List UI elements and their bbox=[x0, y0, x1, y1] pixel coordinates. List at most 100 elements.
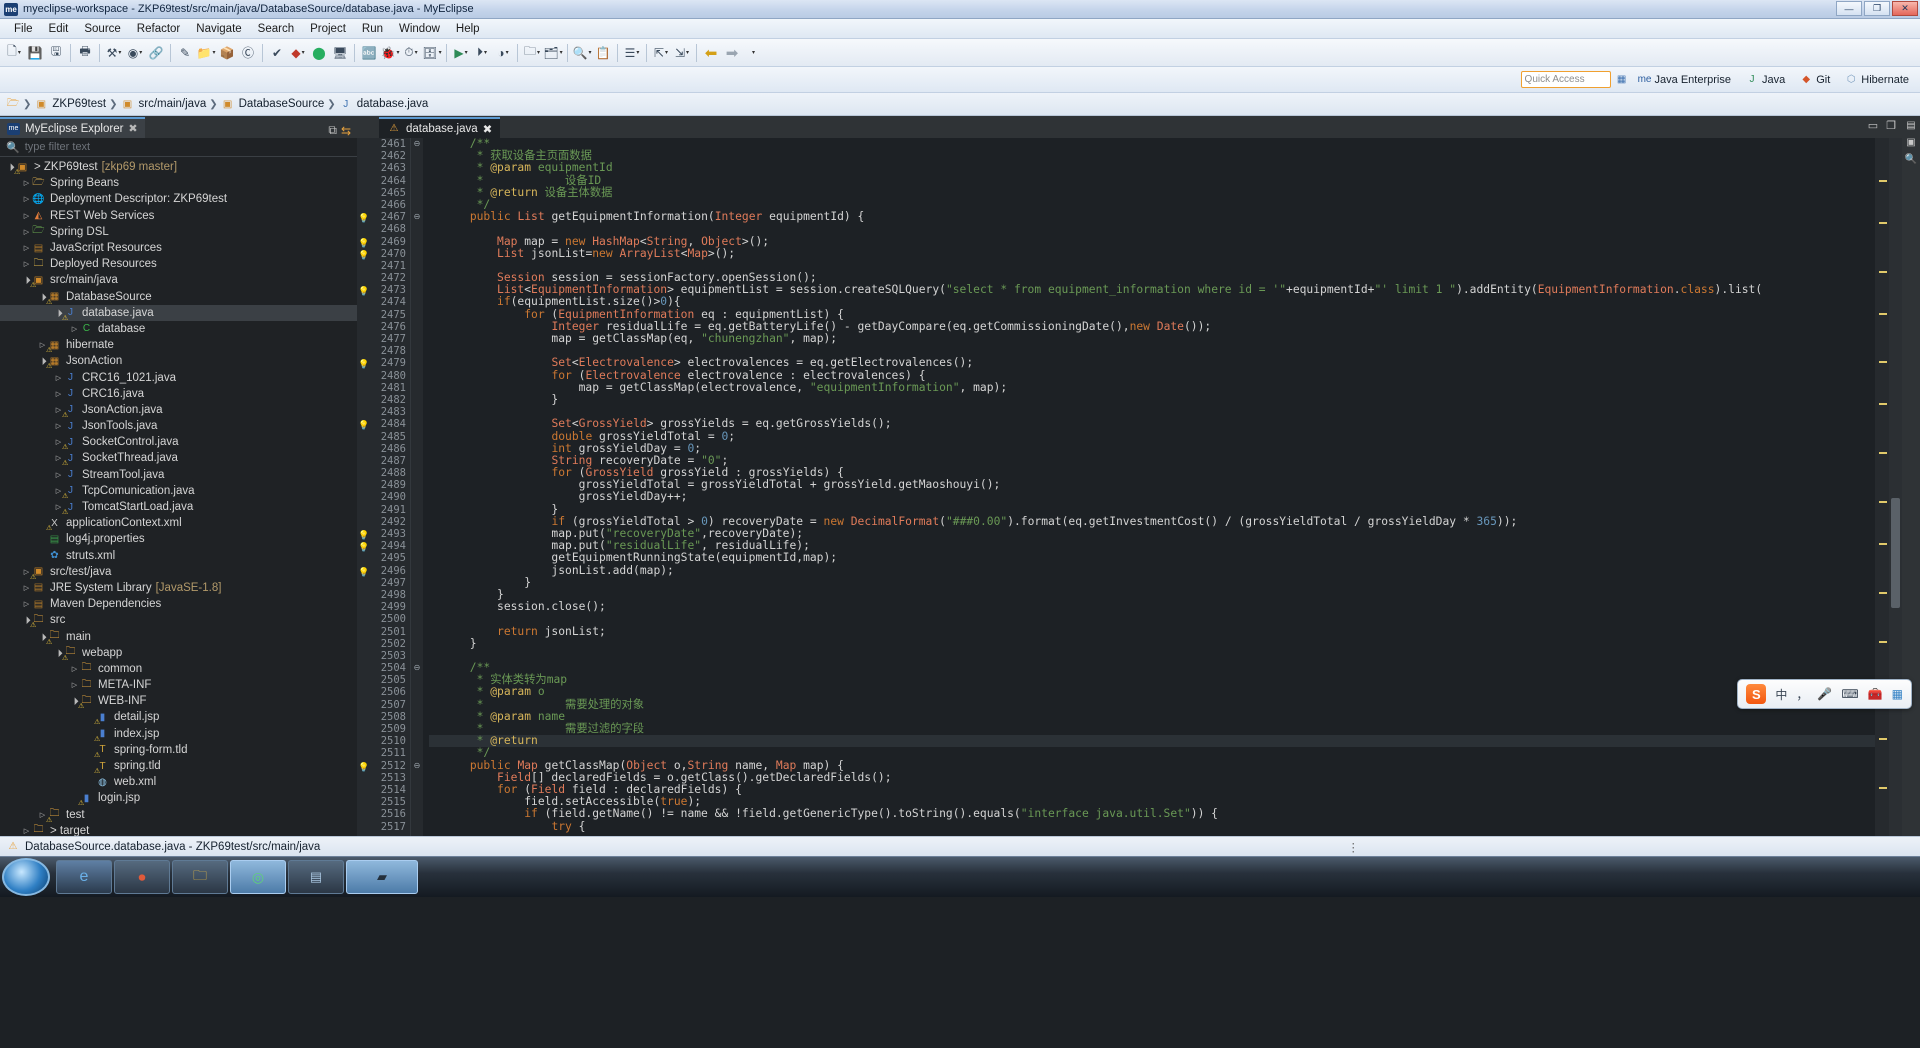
tree-item-jre-system-library[interactable]: ▷ ▤ JRE System Library [JavaSE-1.8] bbox=[0, 580, 357, 596]
chevron-right-icon[interactable]: ▷ bbox=[22, 260, 31, 268]
code-line[interactable]: * 实体类转为map bbox=[429, 674, 1875, 686]
minimize-button[interactable]: — bbox=[1836, 1, 1862, 16]
editor-vertical-scrollbar[interactable] bbox=[1889, 138, 1902, 836]
code-line[interactable]: List jsonList=new ArrayList<Map>(); bbox=[429, 247, 1875, 260]
taskbar-item-chrome[interactable]: ◎ bbox=[230, 860, 286, 894]
tree-item-crc16-1021-java[interactable]: ▷ J CRC16_1021.java bbox=[0, 369, 357, 385]
perspective-hibernate[interactable]: ⬡ Hibernate bbox=[1839, 71, 1914, 89]
quick-fix-bulb-icon[interactable]: 💡 bbox=[357, 760, 371, 772]
scrollbar-thumb[interactable] bbox=[1891, 498, 1900, 608]
tree-item-spring-dsl[interactable]: ▷ 🗁 Spring DSL bbox=[0, 224, 357, 240]
tree-item-jsontools-java[interactable]: ▷ J JsonTools.java bbox=[0, 418, 357, 434]
project-root-icon[interactable]: 🗁 bbox=[6, 97, 20, 111]
task-list-icon[interactable]: ▣ bbox=[1906, 137, 1915, 148]
code-line[interactable]: map = getClassMap(eq, "chunengzhan", map… bbox=[429, 332, 1875, 345]
prev-annotation-icon[interactable]: ⇱ ▾ bbox=[651, 42, 671, 64]
tree-item-common[interactable]: ▷ 🗀 common bbox=[0, 661, 357, 677]
forward-icon[interactable]: ➡ bbox=[722, 42, 742, 64]
code-line[interactable]: } bbox=[429, 503, 1875, 516]
user-icon[interactable]: ◉ ▾ bbox=[125, 42, 145, 64]
keyboard-icon[interactable]: ⌨ bbox=[1841, 687, 1858, 701]
breadcrumb-item-project[interactable]: ▣ ZKP69test bbox=[34, 97, 106, 111]
tab-myeclipse-explorer[interactable]: me MyEclipse Explorer ✖ bbox=[0, 117, 145, 138]
tree-item-hibernate[interactable]: ▷ ▦ ⚠ hibernate bbox=[0, 337, 357, 354]
chevron-right-icon[interactable]: ▷ bbox=[22, 228, 31, 236]
tree-item-spring-beans[interactable]: ▷ 🗁 Spring Beans bbox=[0, 175, 357, 191]
code-line[interactable]: /** bbox=[429, 661, 1875, 674]
build-icon[interactable]: ⚒ ▾ bbox=[104, 42, 124, 64]
quick-fix-bulb-icon[interactable]: 💡 bbox=[357, 528, 371, 540]
forward-dropdown-icon[interactable]: ▾ bbox=[743, 42, 763, 64]
code-line[interactable]: * 设备ID bbox=[429, 174, 1875, 187]
tree-item-maven-dependencies[interactable]: ▷ ▤ Maven Dependencies bbox=[0, 596, 357, 612]
code-line[interactable]: * 需要处理的对象 bbox=[429, 698, 1875, 711]
fold-collapse-icon[interactable]: ⊖ bbox=[411, 211, 423, 223]
code-line[interactable]: } bbox=[429, 588, 1875, 601]
code-line[interactable]: try { bbox=[429, 820, 1875, 833]
tree-item-database-java[interactable]: ◢ J ⚠ database.java bbox=[0, 304, 357, 322]
new-icon[interactable]: 🗋 ▾ bbox=[4, 42, 24, 64]
code-line[interactable]: double grossYieldTotal = 0; bbox=[429, 430, 1875, 443]
tree-item-spring-form-tld[interactable]: T ⚠ spring-form.tld bbox=[0, 742, 357, 759]
tree-item-socketcontrol-java[interactable]: ▷ J ⚠ SocketControl.java bbox=[0, 434, 357, 451]
code-line[interactable]: * 获取设备主页面数据 bbox=[429, 150, 1875, 162]
tree-item-jsonaction[interactable]: ◢ ▦ ⚠ JsonAction bbox=[0, 353, 357, 370]
code-line[interactable]: * @return bbox=[429, 735, 1875, 748]
tree-item-zkp69test[interactable]: ◢ ▣ ⚠ > ZKP69test [zkp69 master] bbox=[0, 159, 357, 176]
coverage-icon[interactable]: ◑ ▾ bbox=[493, 42, 513, 64]
new-class-icon[interactable]: Ⓒ bbox=[238, 42, 258, 64]
chevron-right-icon[interactable]: ▷ bbox=[54, 471, 63, 479]
tree-item-databasesource[interactable]: ◢ ▦ ⚠ DatabaseSource bbox=[0, 289, 357, 306]
perspective-java-enterprise[interactable]: me Java Enterprise bbox=[1633, 71, 1736, 89]
code-text[interactable]: /** * 获取设备主页面数据 * @param equipmentId * 设… bbox=[423, 138, 1875, 836]
code-line[interactable]: return jsonList; bbox=[429, 625, 1875, 638]
maximize-icon[interactable]: ❐ bbox=[1886, 119, 1896, 132]
tree-item-web-inf[interactable]: ◢ 🗀 ⚠ WEB-INF bbox=[0, 693, 357, 711]
perspective-git[interactable]: ◆ Git bbox=[1794, 71, 1835, 89]
close-button[interactable]: ✕ bbox=[1892, 1, 1918, 16]
minimize-icon[interactable]: ▭ bbox=[1868, 119, 1878, 132]
code-line[interactable]: public List getEquipmentInformation(Inte… bbox=[429, 210, 1875, 223]
menu-window[interactable]: Window bbox=[391, 21, 448, 37]
tree-item-target[interactable]: ▷ 🗀 > target bbox=[0, 823, 357, 836]
perspective-java[interactable]: J Java bbox=[1740, 71, 1790, 89]
deploy-icon[interactable]: ⬤ bbox=[309, 42, 329, 64]
debug-icon[interactable]: 🐞 ▾ bbox=[380, 42, 400, 64]
menu-navigate[interactable]: Navigate bbox=[188, 21, 249, 37]
menu-refactor[interactable]: Refactor bbox=[129, 21, 188, 37]
project-tree[interactable]: ◢ ▣ ⚠ > ZKP69test [zkp69 master] ▷ 🗁 Spring Bea… bbox=[0, 157, 357, 836]
quick-fix-bulb-icon[interactable]: 💡 bbox=[357, 540, 371, 552]
quick-fix-bulb-icon[interactable]: 💡 bbox=[357, 236, 371, 248]
chevron-right-icon[interactable]: ▷ bbox=[22, 584, 31, 592]
tree-item-log4j-properties[interactable]: ▤ log4j.properties bbox=[0, 531, 357, 547]
tree-item-deployed-resources[interactable]: ▷ 🗀 Deployed Resources bbox=[0, 256, 357, 272]
chevron-right-icon[interactable]: ▷ bbox=[22, 179, 31, 187]
validate-icon[interactable]: ✔ bbox=[267, 42, 287, 64]
database-icon[interactable]: 🗄 ▾ bbox=[422, 42, 442, 64]
code-line[interactable]: map = getClassMap(electrovalence, "equip… bbox=[429, 381, 1875, 394]
menu-project[interactable]: Project bbox=[302, 21, 354, 37]
code-line[interactable]: * @param o bbox=[429, 686, 1875, 698]
code-line[interactable]: /** bbox=[429, 138, 1875, 150]
code-line[interactable]: if (field.getName() != name && !field.ge… bbox=[429, 808, 1875, 820]
fold-collapse-icon[interactable]: ⊖ bbox=[411, 760, 423, 772]
fold-collapse-icon[interactable]: ⊖ bbox=[411, 138, 423, 150]
code-line[interactable]: for (Electrovalence electrovalence : ele… bbox=[429, 369, 1875, 382]
taskbar-item-tool[interactable]: ▤ bbox=[288, 860, 344, 894]
close-icon[interactable]: ✖ bbox=[483, 122, 493, 136]
tree-item-tcpcomunication-java[interactable]: ▷ J ⚠ TcpComunication.java bbox=[0, 483, 357, 500]
filter-input[interactable]: type filter text bbox=[25, 141, 90, 153]
tab-database-java[interactable]: ⚠ database.java ✖ bbox=[379, 117, 501, 138]
chevron-right-icon[interactable]: ▷ bbox=[70, 681, 79, 689]
tree-item-applicationcontext-xml[interactable]: X ⚠ applicationContext.xml bbox=[0, 515, 357, 532]
quick-fix-bulb-icon[interactable]: 💡 bbox=[357, 357, 371, 369]
run-icon[interactable]: ▶ ▾ bbox=[451, 42, 471, 64]
open-type-icon[interactable]: 🔤 bbox=[359, 42, 379, 64]
tree-item-src-test-java[interactable]: ▷ ▣ ⚠ src/test/java bbox=[0, 564, 357, 581]
link-with-editor-icon[interactable]: ⇆ bbox=[341, 124, 351, 138]
tree-item-meta-inf[interactable]: ▷ 🗀 META-INF bbox=[0, 677, 357, 693]
ime-mode-label[interactable]: 中 bbox=[1775, 686, 1787, 703]
quick-fix-bulb-icon[interactable]: 💡 bbox=[357, 211, 371, 223]
code-line[interactable]: for (EquipmentInformation eq : equipment… bbox=[429, 308, 1875, 321]
start-orb-icon[interactable] bbox=[2, 858, 50, 896]
